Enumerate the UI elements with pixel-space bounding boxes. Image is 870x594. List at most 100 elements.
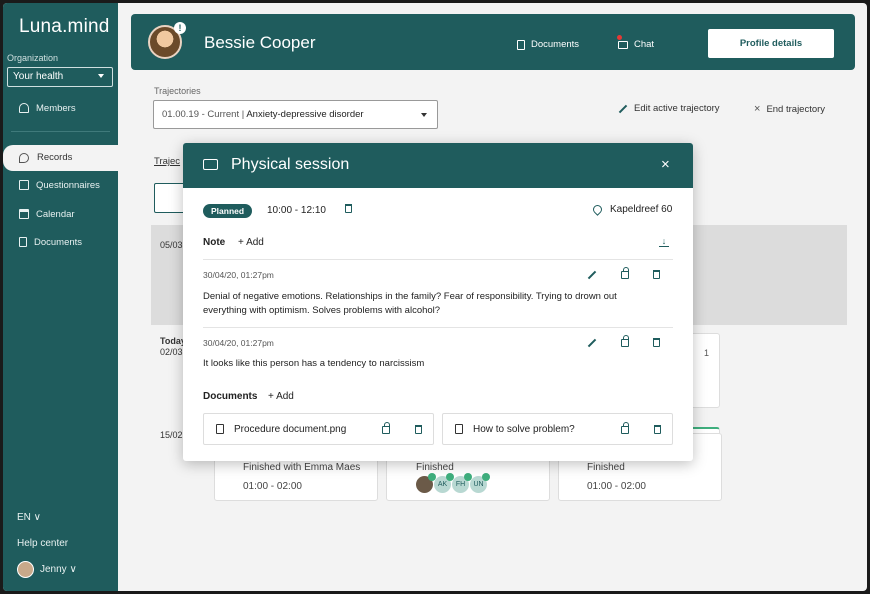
note-actions <box>587 334 660 347</box>
chat-icon <box>618 40 628 49</box>
document-icon <box>19 237 27 247</box>
sidebar-item-label: Questionnaires <box>36 179 100 191</box>
avatar <box>416 473 436 493</box>
help-center-link[interactable]: Help center <box>17 538 68 549</box>
organization-label: Organization <box>7 53 59 63</box>
trash-icon[interactable] <box>653 338 660 347</box>
sidebar-item-label: Documents <box>34 236 83 248</box>
sidebar-item-label: Calendar <box>36 208 75 220</box>
document-icon <box>216 424 224 434</box>
user-menu[interactable]: Jenny ∨ <box>17 561 77 578</box>
sidebar-item-records[interactable]: Records <box>3 145 123 171</box>
card-time: 01:00 - 02:00 <box>243 481 302 492</box>
trash-icon[interactable] <box>344 204 352 213</box>
timeline-date: 05/03 <box>160 240 183 250</box>
language-select[interactable]: EN ∨ <box>17 512 41 523</box>
sidebar-item-documents[interactable]: Documents <box>3 232 118 252</box>
avatar <box>17 561 34 578</box>
note-heading: Note <box>203 237 226 248</box>
trash-icon[interactable] <box>653 270 660 279</box>
chat-link[interactable]: Chat <box>618 39 654 50</box>
close-button[interactable]: × <box>661 156 670 173</box>
chat-label: Chat <box>634 39 655 50</box>
modal-title: Physical session <box>231 156 350 173</box>
note-date: 30/04/20, 01:27pm <box>203 270 274 280</box>
pencil-icon[interactable] <box>587 338 597 347</box>
trajectories-label: Trajectories <box>154 86 201 96</box>
lock-icon[interactable] <box>621 334 629 347</box>
card-time: 01:00 - 02:00 <box>587 481 646 492</box>
divider <box>203 259 673 260</box>
lock-icon[interactable] <box>621 266 629 279</box>
document-card[interactable]: How to solve problem? <box>442 413 673 445</box>
card-title: Finished <box>587 462 625 473</box>
calendar-icon <box>19 209 29 219</box>
trajectory-date: 01.00.19 - Current | <box>162 109 245 120</box>
pencil-icon <box>618 104 628 113</box>
patient-name: Bessie Cooper <box>204 33 316 52</box>
timeline-date: Today <box>160 336 186 346</box>
alert-badge: ! <box>174 22 186 34</box>
sidebar-item-label: Members <box>36 102 76 114</box>
avatar: AK <box>434 473 454 493</box>
document-icon <box>455 424 463 434</box>
modal-header: Physical session × <box>183 143 693 188</box>
trajectory-name: Anxiety-depressive disorder <box>246 109 364 120</box>
card-title: Finished <box>416 462 454 473</box>
document-icon <box>517 39 525 50</box>
sidebar-divider <box>11 131 110 132</box>
documents-label: Documents <box>531 39 580 50</box>
patient-header: ! Bessie Cooper Documents Chat Profile d… <box>131 14 855 70</box>
documents-heading: Documents <box>203 391 258 402</box>
app-window: Luna.mind Organization Your health Membe… <box>3 3 867 591</box>
documents-link[interactable]: Documents <box>517 39 579 50</box>
download-icon[interactable]: ↓ <box>659 237 669 247</box>
lock-icon[interactable] <box>621 422 629 434</box>
couch-icon <box>203 159 218 170</box>
edit-trajectory-button[interactable]: Edit active trajectory <box>618 103 720 114</box>
add-note-button[interactable]: + Add <box>238 237 264 248</box>
add-document-button[interactable]: + Add <box>268 391 294 402</box>
lock-icon[interactable] <box>382 422 390 434</box>
location-pin-icon <box>591 203 604 216</box>
sidebar: Luna.mind Organization Your health Membe… <box>3 3 123 591</box>
sidebar-item-members[interactable]: Members <box>3 98 118 118</box>
close-icon: × <box>754 103 761 115</box>
card-title: Finished with Emma Maes <box>243 462 361 473</box>
sidebar-item-questionnaires[interactable]: Questionnaires <box>3 175 118 195</box>
document-name: Procedure document.png <box>234 424 347 435</box>
session-time: 10:00 - 12:10 <box>267 204 352 216</box>
caret-down-icon <box>98 74 104 78</box>
caret-down-icon <box>421 113 427 117</box>
tab-trajectory[interactable]: Trajec <box>154 156 180 167</box>
trash-icon[interactable] <box>415 425 422 434</box>
avatar: FH <box>452 473 472 493</box>
document-name: How to solve problem? <box>473 424 575 435</box>
divider <box>203 327 673 328</box>
app-logo: Luna.mind <box>19 16 110 37</box>
pencil-icon[interactable] <box>587 270 597 279</box>
trajectory-select[interactable]: 01.00.19 - Current | Anxiety-depressive … <box>153 100 438 129</box>
session-time-value: 10:00 - 12:10 <box>267 205 326 216</box>
organization-select[interactable]: Your health <box>7 67 113 87</box>
edit-trajectory-label: Edit active trajectory <box>634 103 720 114</box>
note-text: It looks like this person has a tendency… <box>203 358 425 369</box>
location-value: Kapeldreef 60 <box>610 204 673 215</box>
members-icon <box>19 103 29 113</box>
note-date: 30/04/20, 01:27pm <box>203 338 274 348</box>
document-card[interactable]: Procedure document.png <box>203 413 434 445</box>
avatar: UN <box>470 473 490 493</box>
questionnaire-icon <box>19 180 29 190</box>
sidebar-item-calendar[interactable]: Calendar <box>3 204 118 224</box>
profile-details-button[interactable]: Profile details <box>708 29 834 58</box>
timeline-date: 15/02 <box>160 430 183 440</box>
organization-value: Your health <box>13 71 64 82</box>
records-icon <box>19 153 29 163</box>
end-trajectory-button[interactable]: × End trajectory <box>754 103 825 115</box>
note-text: Denial of negative emotions. Relationshi… <box>203 291 617 316</box>
session-location: Kapeldreef 60 <box>591 203 673 216</box>
note-actions <box>587 266 660 279</box>
user-name: Jenny ∨ <box>40 564 77 575</box>
trash-icon[interactable] <box>654 425 661 434</box>
card-count: 1 <box>704 348 710 358</box>
